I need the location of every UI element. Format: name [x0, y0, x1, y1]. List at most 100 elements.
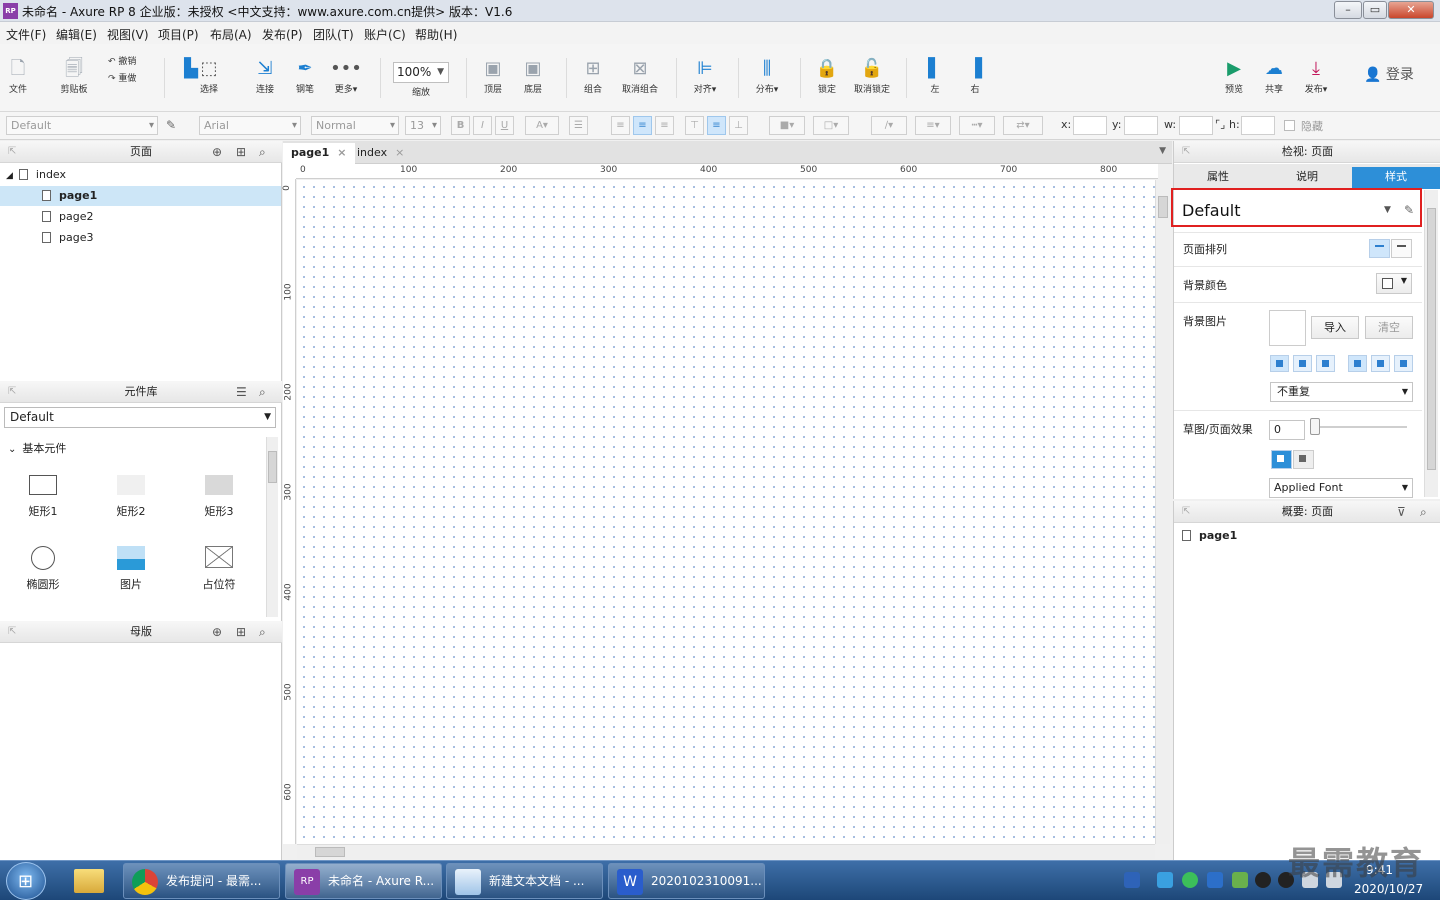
tab-index[interactable]: index ×	[349, 143, 412, 164]
close-window-button[interactable]: ✕	[1388, 1, 1434, 19]
pin-icon[interactable]: ⇱	[8, 381, 16, 403]
align-text-left-button[interactable]: ≡	[611, 116, 630, 135]
redo-button[interactable]: ↷ 重做	[108, 71, 150, 84]
widget-rect2[interactable]: 矩形2	[101, 475, 161, 519]
scrollbar-thumb[interactable]	[268, 451, 277, 483]
page-tree-root[interactable]: ◢ index	[6, 168, 66, 181]
bold-button[interactable]: B	[451, 116, 470, 135]
lock-ratio-icon[interactable]: ⌜⌟	[1215, 118, 1225, 131]
wechat-icon[interactable]	[1182, 872, 1198, 888]
widget-style-select[interactable]: Default	[6, 116, 158, 135]
line-width-button[interactable]: ≡▾	[915, 116, 951, 135]
bg-align-top-button[interactable]	[1348, 355, 1367, 372]
close-tab-icon[interactable]: ×	[395, 146, 404, 159]
bullet-list-button[interactable]: ☰	[569, 116, 588, 135]
clipboard-button[interactable]: 🗐 剪贴板	[58, 58, 90, 95]
bg-align-left-button[interactable]	[1270, 355, 1289, 372]
category-basic[interactable]: ⌄ 基本元件	[8, 440, 66, 456]
explorer-pinned[interactable]	[62, 864, 116, 898]
login-button[interactable]: 👤 登录	[1364, 64, 1414, 84]
scrollbar-thumb[interactable]	[315, 847, 345, 857]
menu-edit[interactable]: 编辑(E)	[56, 26, 97, 43]
outline-item-page1[interactable]: page1	[1182, 529, 1237, 542]
line-pattern-button[interactable]: ┅▾	[959, 116, 995, 135]
tab-notes[interactable]: 说明	[1263, 167, 1351, 189]
widget-rect3[interactable]: 矩形3	[189, 475, 249, 519]
clear-button[interactable]: 清空	[1365, 316, 1413, 339]
fill-color-button[interactable]: ■▾	[769, 116, 805, 135]
minimize-button[interactable]: –	[1334, 1, 1362, 19]
underline-button[interactable]: U	[495, 116, 514, 135]
pin-icon[interactable]: ⇱	[8, 621, 16, 643]
align-text-center-button[interactable]: ≡	[633, 116, 652, 135]
bg-color-picker[interactable]: ▼	[1376, 273, 1412, 294]
more-button[interactable]: ••• 更多▾	[330, 58, 362, 95]
pin-icon[interactable]: ⇱	[1182, 141, 1190, 163]
page-item-page2[interactable]: page2	[42, 210, 93, 223]
widget-rect1[interactable]: 矩形1	[13, 475, 73, 519]
import-button[interactable]: 导入	[1311, 316, 1359, 339]
preview-button[interactable]: ▶ 预览	[1220, 58, 1248, 95]
taskbar-chrome[interactable]: 发布提问 - 最需...	[123, 863, 280, 899]
library-select[interactable]: Default ▼	[4, 407, 276, 428]
bg-align-middle-button[interactable]	[1371, 355, 1390, 372]
unlock-button[interactable]: 🔓 取消锁定	[852, 58, 892, 95]
tab-page1[interactable]: page1 ×	[283, 143, 355, 164]
y-input[interactable]	[1124, 116, 1158, 135]
inspector-scrollbar[interactable]	[1424, 190, 1438, 497]
grayscale-mode-button[interactable]	[1293, 450, 1314, 469]
distribute-button[interactable]: ⫼ 分布▾	[750, 58, 784, 95]
add-folder-icon[interactable]: ⊞	[236, 141, 246, 163]
tabs-menu-icon[interactable]: ▼	[1159, 146, 1166, 156]
x-input[interactable]	[1073, 116, 1107, 135]
font-color-button[interactable]: A▾	[525, 116, 559, 135]
font-weight-select[interactable]: Normal	[311, 116, 399, 135]
add-folder-icon[interactable]: ⊞	[236, 621, 246, 643]
pin-icon[interactable]: ⇱	[1182, 501, 1190, 523]
repeat-select[interactable]: 不重复 ▼	[1270, 382, 1413, 402]
file-button[interactable]: 🗋 文件	[6, 58, 30, 95]
canvas-vertical-scrollbar[interactable]	[1155, 180, 1170, 844]
bg-align-bottom-button[interactable]	[1394, 355, 1413, 372]
line-color-button[interactable]: ∕▾	[871, 116, 907, 135]
tab-style[interactable]: 样式	[1352, 167, 1440, 189]
lock-button[interactable]: 🔒 锁定	[814, 58, 840, 95]
expand-arrow-icon[interactable]: ◢	[6, 171, 13, 181]
security-shield-icon[interactable]	[1207, 872, 1223, 888]
bring-to-top-button[interactable]: ▣ 顶层	[480, 58, 506, 95]
search-icon[interactable]: ⌕	[259, 621, 266, 643]
hidden-checkbox[interactable]	[1284, 120, 1295, 131]
connect-button[interactable]: ⇲ 连接	[252, 58, 278, 95]
menu-layout[interactable]: 布局(A)	[210, 26, 252, 43]
taskbar-notepad[interactable]: 新建文本文档 - ...	[446, 863, 603, 899]
edit-style-icon[interactable]: ✎	[166, 118, 176, 132]
canvas-horizontal-scrollbar[interactable]	[297, 844, 1155, 859]
edit-style-icon[interactable]: ✎	[1404, 203, 1414, 217]
undo-button[interactable]: ↶ 撤销	[108, 54, 150, 67]
widget-ellipse[interactable]: 椭圆形	[13, 546, 73, 592]
valign-bottom-button[interactable]: ⊥	[729, 116, 748, 135]
search-icon[interactable]: ⌕	[1420, 501, 1427, 523]
menu-project[interactable]: 项目(P)	[158, 26, 199, 43]
clock-date[interactable]: 2020/10/27	[1354, 882, 1423, 896]
menu-file[interactable]: 文件(F)	[6, 26, 46, 43]
sketch-value-input[interactable]: 0	[1269, 420, 1305, 440]
menu-help[interactable]: 帮助(H)	[415, 26, 457, 43]
align-page-center-button[interactable]	[1391, 239, 1412, 258]
widget-placeholder[interactable]: 占位符	[189, 546, 249, 592]
left-button[interactable]: ▌ 左	[922, 58, 948, 95]
taskbar-axure[interactable]: RP 未命名 - Axure R...	[285, 863, 442, 899]
bg-align-right-button[interactable]	[1316, 355, 1335, 372]
share-button[interactable]: ☁ 共享	[1260, 58, 1288, 95]
filter-icon[interactable]: ⊽	[1397, 501, 1406, 523]
w-input[interactable]	[1179, 116, 1213, 135]
group-button[interactable]: ⊞ 组合	[580, 58, 606, 95]
select-mode-button[interactable]: ⬚ 选择	[198, 58, 220, 95]
arrow-style-button[interactable]: ⇄▾	[1003, 116, 1043, 135]
page-item-page1[interactable]: page1	[42, 189, 97, 202]
tab-properties[interactable]: 属性	[1174, 167, 1262, 189]
close-tab-icon[interactable]: ×	[337, 146, 346, 159]
search-icon[interactable]: ⌕	[259, 381, 266, 403]
ungroup-button[interactable]: ⊠ 取消组合	[618, 58, 662, 95]
menu-icon[interactable]: ☰	[236, 381, 247, 403]
